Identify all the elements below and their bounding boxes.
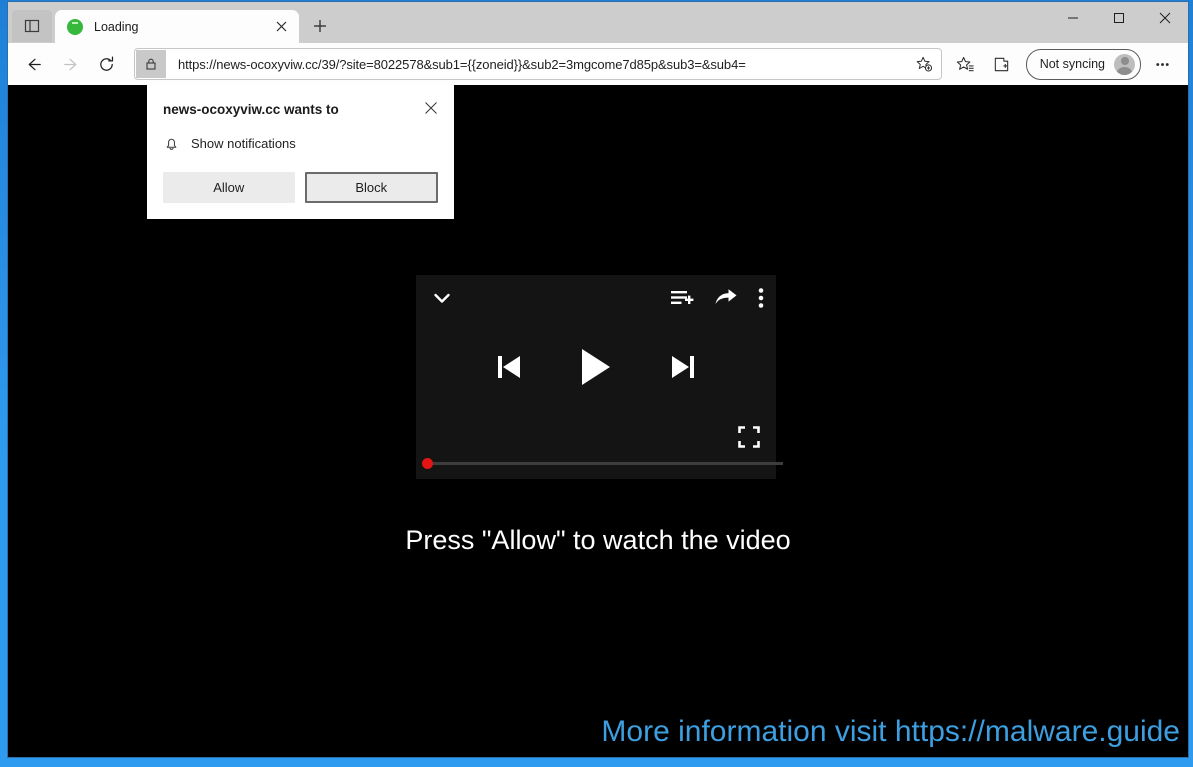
add-to-queue-button[interactable]: [670, 287, 694, 309]
fullscreen-button[interactable]: [738, 426, 760, 453]
more-vertical-icon: [758, 288, 764, 308]
video-player: [416, 275, 783, 479]
more-horizontal-icon: [1155, 62, 1169, 66]
previous-track-button[interactable]: [496, 352, 523, 382]
arrow-left-icon: [28, 58, 41, 70]
minimize-button[interactable]: [1050, 2, 1096, 34]
maximize-icon: [1114, 13, 1124, 23]
tab-title: Loading: [94, 19, 139, 34]
permission-request-row: Show notifications: [163, 135, 438, 152]
share-icon: [715, 289, 737, 304]
call-to-action-text: Press "Allow" to watch the video: [405, 525, 791, 555]
browser-tab[interactable]: Loading: [55, 10, 299, 43]
previous-track-icon: [498, 356, 520, 378]
star-plus-glyph: [916, 56, 932, 72]
lock-icon[interactable]: [136, 50, 166, 78]
browser-toolbar: https://news-ocoxyviw.cc/39/?site=802257…: [8, 43, 1188, 85]
play-icon: [582, 349, 610, 385]
popup-title: news-ocoxyviw.cc wants to: [163, 102, 339, 117]
player-top-actions: [670, 286, 764, 310]
next-track-button[interactable]: [669, 352, 696, 382]
block-button[interactable]: Block: [304, 172, 438, 203]
plus-icon: [314, 20, 326, 32]
close-icon: [1159, 12, 1171, 24]
green-circle-favicon: [67, 18, 83, 35]
collections-glyph: [994, 57, 1009, 71]
bell-icon: [166, 138, 177, 150]
collections-icon[interactable]: [984, 48, 1020, 80]
player-top-bar: [416, 275, 776, 321]
address-bar[interactable]: https://news-ocoxyviw.cc/39/?site=802257…: [134, 48, 942, 80]
forward-button[interactable]: [52, 48, 88, 80]
tab-close-button[interactable]: [269, 15, 293, 39]
url-text[interactable]: https://news-ocoxyviw.cc/39/?site=802257…: [178, 57, 909, 72]
progress-handle[interactable]: [422, 458, 433, 469]
settings-more-button[interactable]: [1144, 48, 1180, 80]
title-bar: Loading: [8, 2, 1188, 43]
chevron-down-icon: [434, 293, 450, 303]
close-window-button[interactable]: [1142, 2, 1188, 34]
watermark-text: More information visit https://malware.g…: [601, 715, 1180, 748]
profile-button[interactable]: Not syncing: [1025, 48, 1141, 80]
maximize-button[interactable]: [1096, 2, 1142, 34]
close-icon: [425, 102, 437, 114]
popup-buttons: Allow Block: [163, 172, 438, 203]
page-content: news-ocoxyviw.cc wants to Show notificat…: [8, 85, 1188, 757]
notification-permission-popup: news-ocoxyviw.cc wants to Show notificat…: [147, 85, 454, 219]
back-button[interactable]: [16, 48, 52, 80]
tab-search-glyph: [24, 19, 40, 33]
profile-label: Not syncing: [1039, 57, 1105, 71]
progress-track: [424, 462, 783, 465]
allow-button[interactable]: Allow: [163, 172, 295, 203]
minimize-icon: [1068, 17, 1078, 19]
collapse-button[interactable]: [430, 286, 454, 310]
close-icon: [276, 21, 286, 32]
window-controls: [1050, 2, 1188, 34]
fullscreen-icon: [738, 426, 760, 448]
refresh-button[interactable]: [88, 48, 124, 80]
arrow-right-icon: [63, 58, 76, 70]
refresh-icon: [99, 55, 113, 71]
more-options-button[interactable]: [758, 286, 764, 310]
favorites-star-icon[interactable]: [948, 48, 984, 80]
progress-bar[interactable]: [416, 457, 783, 469]
player-transport-controls: [416, 347, 776, 387]
lock-glyph: [146, 58, 156, 70]
play-button[interactable]: [579, 347, 613, 387]
playlist-add-icon: [671, 291, 694, 304]
favorites-glyph: [956, 56, 974, 71]
popup-header: news-ocoxyviw.cc wants to: [163, 99, 438, 119]
star-plus-icon[interactable]: [909, 50, 939, 78]
tab-search-icon[interactable]: [12, 10, 52, 42]
share-button[interactable]: [714, 287, 738, 309]
new-tab-button[interactable]: [303, 11, 337, 41]
permission-request-label: Show notifications: [191, 136, 296, 151]
browser-window: Loading https://news-ocoxyviw.cc/39/?sit…: [8, 2, 1188, 757]
next-track-icon: [672, 356, 694, 378]
avatar-icon: [1114, 53, 1135, 75]
popup-close-button[interactable]: [420, 97, 442, 119]
